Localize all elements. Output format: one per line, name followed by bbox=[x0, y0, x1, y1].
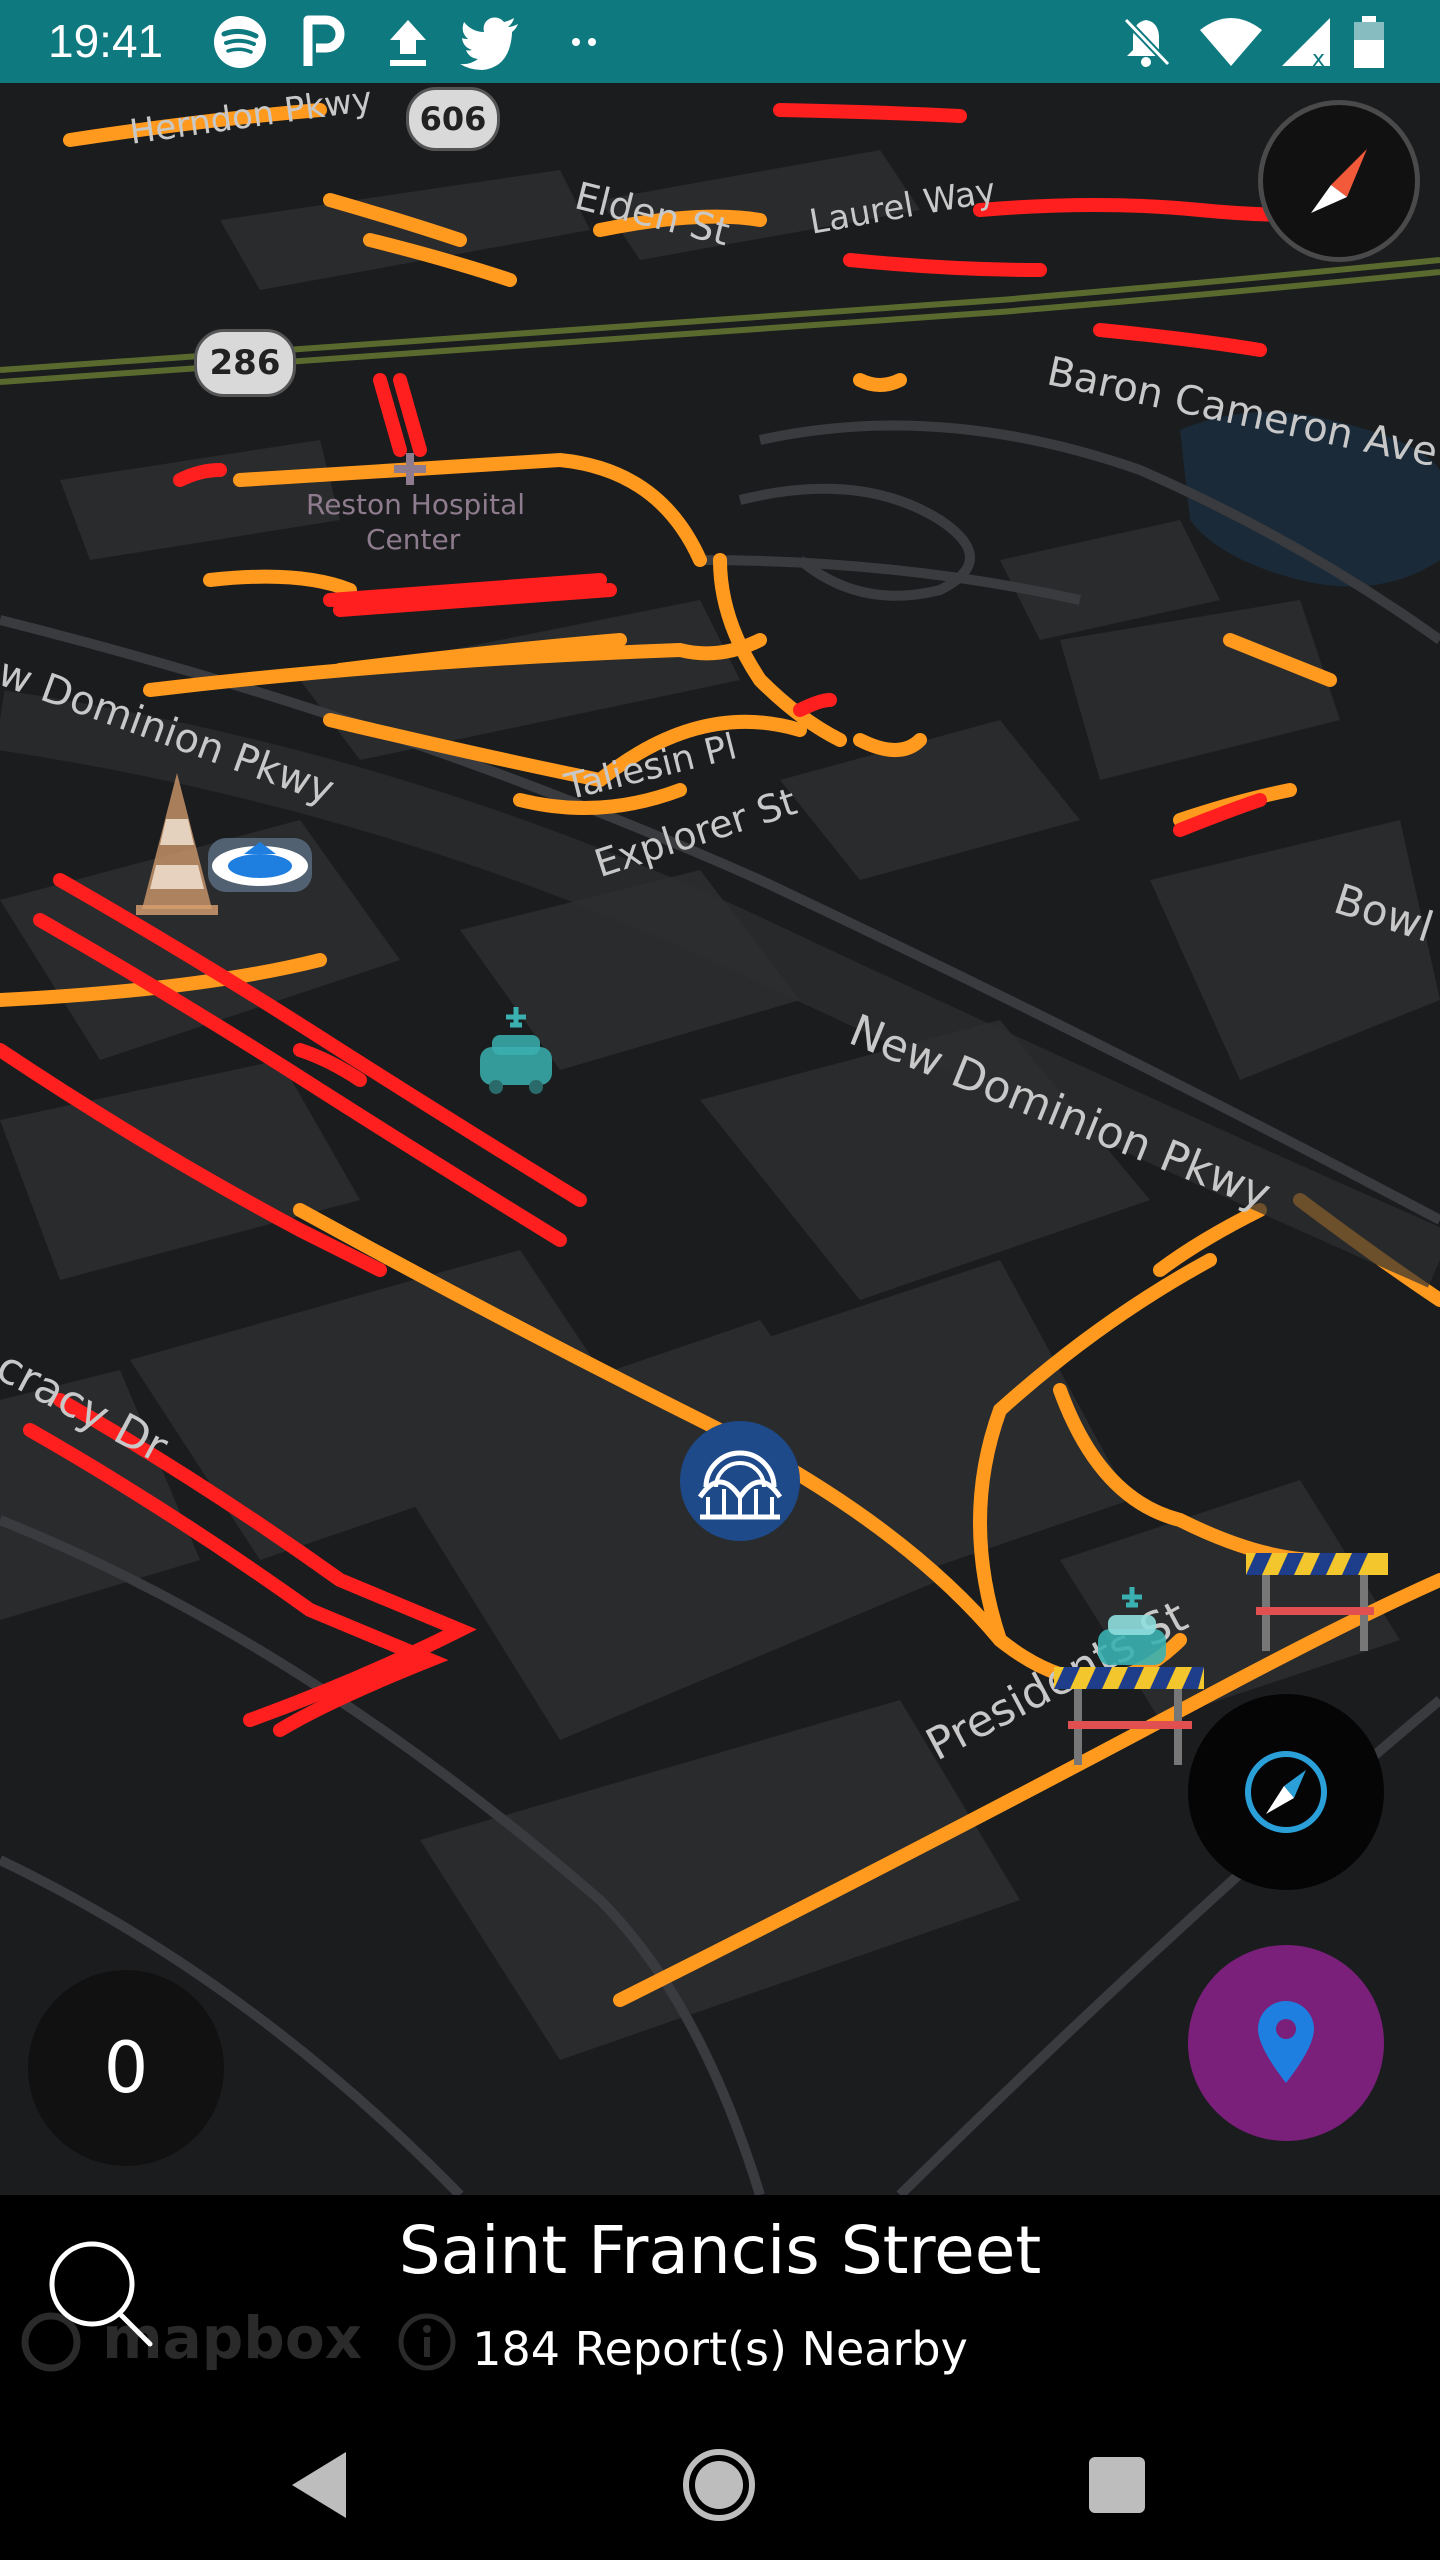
place-title: Saint Francis Street bbox=[398, 2212, 1042, 2289]
more-dots-icon bbox=[572, 38, 596, 46]
report-counter-button[interactable]: 0 bbox=[28, 1970, 224, 2166]
add-location-button[interactable] bbox=[1188, 1945, 1384, 2141]
signal-icon: x bbox=[1282, 18, 1330, 70]
svg-text:x: x bbox=[1312, 47, 1325, 70]
hospital-label: Reston Hospital bbox=[306, 488, 526, 521]
location-pin-icon bbox=[1258, 2001, 1314, 2083]
police-car-icon[interactable] bbox=[200, 808, 320, 908]
parking-icon bbox=[303, 15, 345, 66]
recents-icon[interactable] bbox=[1062, 2430, 1172, 2540]
ev-charging-icon[interactable] bbox=[474, 1003, 558, 1103]
status-bar: 19:41 x bbox=[0, 0, 1440, 83]
compass-button[interactable] bbox=[1258, 100, 1420, 262]
road-closure-icon[interactable] bbox=[1242, 1545, 1392, 1655]
hospital-label-line2: Center bbox=[366, 523, 461, 556]
recenter-compass-icon bbox=[1245, 1751, 1327, 1833]
reports-nearby-count: 184 Report(s) Nearby bbox=[472, 2322, 968, 2376]
spotify-icon bbox=[214, 16, 266, 68]
battery-icon bbox=[1354, 16, 1384, 68]
recenter-button[interactable] bbox=[1188, 1694, 1384, 1890]
status-time: 19:41 bbox=[48, 15, 164, 67]
wifi-icon bbox=[1200, 18, 1262, 66]
notifications-off-icon bbox=[1123, 17, 1171, 67]
road-closure-icon[interactable] bbox=[1050, 1659, 1210, 1769]
twitter-icon bbox=[460, 17, 518, 70]
route-shield-606: 606 bbox=[406, 87, 500, 151]
home-icon[interactable] bbox=[664, 2430, 774, 2540]
amusement-park-icon[interactable] bbox=[676, 1417, 804, 1545]
search-icon[interactable] bbox=[38, 2232, 158, 2352]
route-shield-286: 286 bbox=[194, 329, 296, 397]
upload-icon bbox=[390, 20, 426, 66]
back-icon[interactable] bbox=[268, 2430, 378, 2540]
system-nav-bar bbox=[0, 2410, 1440, 2560]
hospital-icon bbox=[394, 453, 426, 485]
compass-icon bbox=[1311, 149, 1367, 213]
